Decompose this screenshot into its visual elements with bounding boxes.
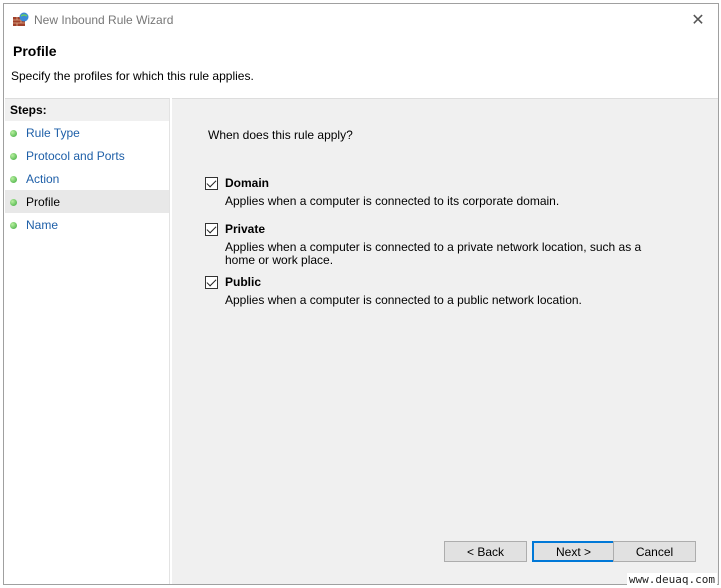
public-description: Applies when a computer is connected to … (225, 293, 582, 307)
step-label: Profile (26, 195, 61, 209)
step-name[interactable]: Name (5, 213, 169, 236)
domain-description: Applies when a computer is connected to … (225, 194, 560, 208)
step-label: Action (26, 172, 60, 186)
step-rule-type[interactable]: Rule Type (5, 121, 169, 144)
firewall-icon (13, 12, 29, 26)
domain-label[interactable]: Domain (225, 176, 269, 190)
step-protocol-and-ports[interactable]: Protocol and Ports (5, 144, 169, 167)
private-label[interactable]: Private (225, 222, 265, 236)
title-bar: New Inbound Rule Wizard ✕ (4, 4, 718, 36)
steps-heading: Steps: (5, 99, 169, 121)
cancel-button[interactable]: Cancel (613, 541, 696, 562)
private-description: Applies when a computer is connected to … (225, 240, 642, 267)
step-label: Rule Type (26, 126, 80, 140)
private-checkbox[interactable] (205, 223, 218, 236)
step-status-icon (10, 222, 17, 229)
wizard-window: New Inbound Rule Wizard ✕ Profile Specif… (3, 3, 719, 585)
step-status-icon (10, 176, 17, 183)
window-title: New Inbound Rule Wizard (34, 13, 174, 27)
public-label[interactable]: Public (225, 275, 261, 289)
step-label: Name (26, 218, 59, 232)
steps-panel: Steps: Rule Type Protocol and Ports Acti… (5, 98, 170, 584)
step-label: Protocol and Ports (26, 149, 125, 163)
step-status-icon (10, 199, 17, 206)
step-profile[interactable]: Profile (5, 190, 169, 213)
step-status-icon (10, 153, 17, 160)
close-icon[interactable]: ✕ (688, 10, 708, 30)
next-button[interactable]: Next > (532, 541, 615, 562)
page-title: Profile (13, 43, 57, 59)
step-action[interactable]: Action (5, 167, 169, 190)
domain-checkbox[interactable] (205, 177, 218, 190)
public-checkbox[interactable] (205, 276, 218, 289)
watermark: www.deuaq.com (626, 573, 717, 586)
question-label: When does this rule apply? (208, 128, 353, 142)
main-panel: When does this rule apply? Domain Applie… (172, 98, 718, 584)
step-status-icon (10, 130, 17, 137)
page-subtitle: Specify the profiles for which this rule… (11, 69, 254, 83)
back-button[interactable]: < Back (444, 541, 527, 562)
